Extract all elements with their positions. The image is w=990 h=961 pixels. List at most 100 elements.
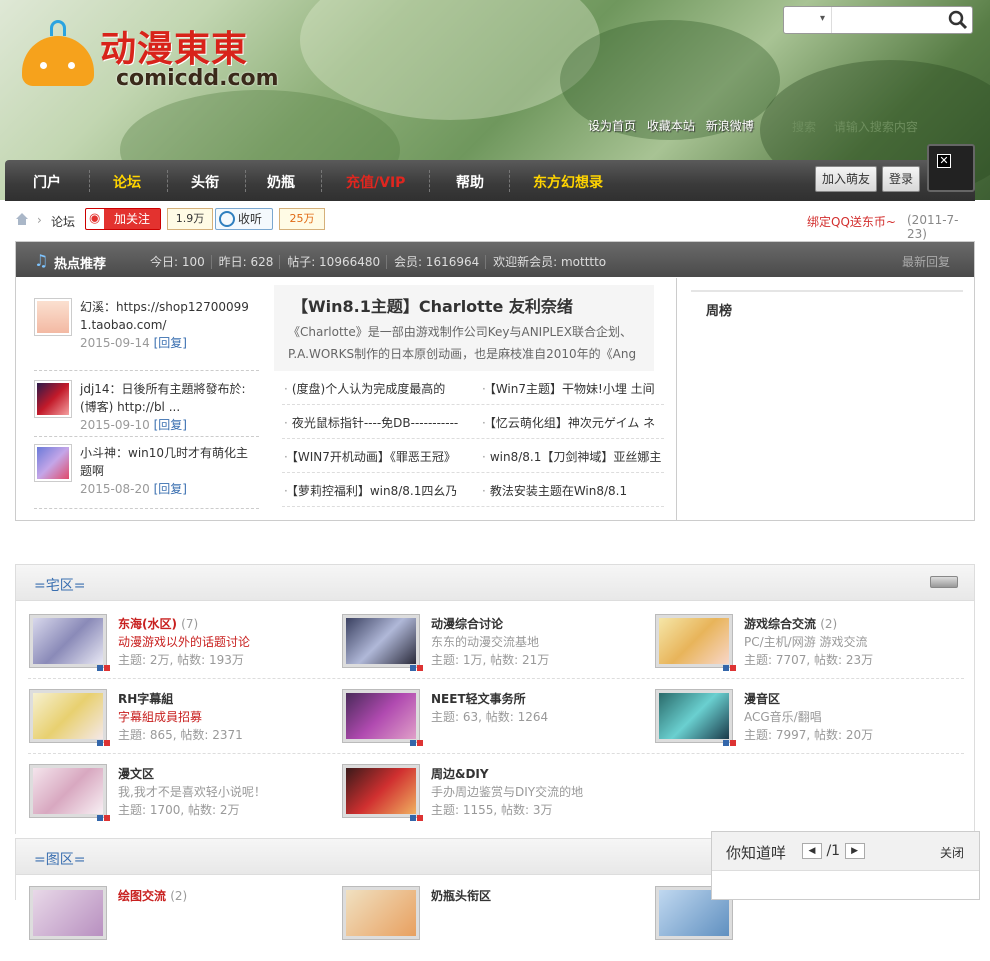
home-icon[interactable] <box>15 212 29 226</box>
forum-name[interactable]: 周边&DIY <box>431 765 489 782</box>
weekly-title[interactable]: 周榜 <box>706 300 732 319</box>
forum-stats: 主题: 7707, 帖数: 23万 <box>744 653 874 667</box>
reply-link[interactable]: [回复] <box>154 482 187 496</box>
topic-link[interactable]: 教法安装主题在Win8/8.1 <box>482 482 664 499</box>
header-search: ▾ <box>783 6 973 34</box>
search-hint-text: 请输入搜索内容 <box>833 120 918 134</box>
nav-help[interactable]: 帮助 <box>456 172 484 192</box>
forum-name[interactable]: 漫文区 <box>118 765 154 782</box>
search-label[interactable]: 搜索 <box>792 120 816 134</box>
reply-text[interactable]: jdj14：日後所有主題將發布於:(博客) http://bl ... <box>80 382 246 414</box>
site-logo[interactable]: 动漫東東 comicdd.com <box>20 14 279 94</box>
forum-desc: 东东的动漫交流基地 <box>431 635 540 649</box>
featured-topic[interactable]: 【Win8.1主题】Charlotte 友利奈绪 《Charlotte》是一部由… <box>274 285 654 371</box>
nav-touhou[interactable]: 东方幻想录 <box>533 172 603 192</box>
forum-thumbnail[interactable] <box>343 690 423 746</box>
bookmark-link[interactable]: 收藏本站 <box>647 119 695 133</box>
tencent-listen-button[interactable]: 收听 <box>215 208 273 230</box>
forum-desc: 手办周边鉴赏与DIY交流的地 <box>431 785 584 799</box>
forum-name[interactable]: 游戏综合交流 (2) <box>744 615 837 632</box>
breadcrumb-forum[interactable]: 论坛 <box>51 213 75 230</box>
avatar[interactable] <box>34 444 72 482</box>
topic-link[interactable]: win8/8.1【刀剑神域】亚丝娜主 <box>482 448 664 465</box>
forum-thumbnail[interactable] <box>656 615 736 671</box>
nav-bottle[interactable]: 奶瓶 <box>267 172 295 192</box>
collapse-toggle-icon[interactable] <box>930 576 958 588</box>
forum-desc: ACG音乐/翻唱 <box>744 710 822 724</box>
reply-date: 2015-08-20 <box>80 482 150 496</box>
forum-desc: 动漫游戏以外的话题讨论 <box>118 635 251 649</box>
reply-date: 2015-09-14 <box>80 336 150 350</box>
whale-mascot-icon <box>22 36 94 86</box>
featured-title[interactable]: 【Win8.1主题】Charlotte 友利奈绪 <box>292 293 573 317</box>
popup-title: 你知道咩 <box>726 844 787 862</box>
forum-thumbnail[interactable] <box>656 690 736 746</box>
forum-name[interactable]: NEET轻文事务所 <box>431 690 526 707</box>
forum-stats: 主题: 1155, 帖数: 3万 <box>431 803 553 817</box>
forum-desc: PC/主机/网游 游戏交流 <box>744 635 868 649</box>
forum-thumbnail[interactable] <box>30 887 106 939</box>
follow-count: 1.9万 <box>167 208 213 230</box>
reply-link[interactable]: [回复] <box>154 336 187 350</box>
search-input[interactable] <box>834 9 944 31</box>
stat-members: 会员: 1616964 <box>393 255 487 269</box>
search-icon[interactable] <box>948 10 968 30</box>
avatar[interactable] <box>34 380 72 418</box>
topic-link[interactable]: 【Win7主题】干物妹!小埋 土间 <box>482 380 664 397</box>
forum-thumbnail[interactable] <box>343 887 419 939</box>
zone-title[interactable]: =图区= <box>34 849 85 869</box>
stat-yesterday: 昨日: 628 <box>218 255 281 269</box>
nav-vip[interactable]: 充值/VIP <box>346 172 405 192</box>
login-button[interactable]: 登录 <box>882 166 920 192</box>
nav-portal[interactable]: 门户 <box>33 172 61 192</box>
forum-name[interactable]: 奶瓶头衔区 <box>431 887 491 904</box>
reply-text[interactable]: 小斗神：win10几时才有萌化主题啊 <box>80 446 248 478</box>
topic-link[interactable]: 【萝莉控福利】win8/8.1四幺乃 <box>284 482 472 499</box>
reply-link[interactable]: [回复] <box>154 418 187 432</box>
hot-bar: ♫ 热点推荐 今日: 100 昨日: 628 帖子: 10966480 会员: … <box>16 242 974 277</box>
sina-weibo-link[interactable]: 新浪微博 <box>706 119 754 133</box>
qq-promo-link[interactable]: 绑定QQ送东币~ <box>807 213 896 230</box>
avatar[interactable] <box>34 298 72 336</box>
topic-link[interactable]: 夜光鼠标指针----免DB----------- <box>284 414 472 431</box>
weibo-follow-button[interactable]: ◉ 加关注 <box>85 208 161 230</box>
nav-forum[interactable]: 论坛 <box>113 172 141 192</box>
topic-link[interactable]: 【忆云萌化组】神次元ゲイム ネ <box>482 414 664 431</box>
forum-name[interactable]: 东海(水区) (7) <box>118 615 198 632</box>
forum-thumbnail[interactable] <box>343 765 423 821</box>
join-button[interactable]: 加入萌友 <box>815 166 877 192</box>
hot-recommend-panel: ♫ 热点推荐 今日: 100 昨日: 628 帖子: 10966480 会员: … <box>15 241 975 521</box>
forum-item[interactable]: 漫文区 我,我才不是喜欢轻小说呢！ 主题: 1700, 帖数: 2万 <box>30 765 340 839</box>
topic-link[interactable]: (度盘)个人认为完成度最高的 <box>284 380 472 397</box>
forum-thumbnail[interactable] <box>30 690 110 746</box>
next-arrow-icon[interactable]: ▶ <box>844 843 865 859</box>
zone-title[interactable]: =宅区= <box>34 575 85 595</box>
forum-item[interactable]: 周边&DIY 手办周边鉴赏与DIY交流的地 主题: 1155, 帖数: 3万 <box>343 765 653 839</box>
prev-arrow-icon[interactable]: ◀ <box>802 843 822 859</box>
forum-item[interactable]: 奶瓶头衔区 <box>343 887 653 961</box>
forum-thumbnail[interactable] <box>343 615 423 671</box>
nav-titles[interactable]: 头衔 <box>191 172 219 192</box>
stat-new-member[interactable]: 欢迎新会员: motttto <box>493 255 612 269</box>
listen-label: 收听 <box>238 212 263 226</box>
stat-posts: 帖子: 10966480 <box>287 255 388 269</box>
weibo-icon: ◉ <box>89 211 101 226</box>
popup-close-button[interactable]: 关闭 <box>940 844 964 861</box>
forum-name[interactable]: 漫音区 <box>744 690 780 707</box>
forum-stats: 主题: 1700, 帖数: 2万 <box>118 803 240 817</box>
search-hint: 搜索 请输入搜索内容 <box>792 118 918 135</box>
forum-thumbnail[interactable] <box>30 615 110 671</box>
forum-thumbnail[interactable] <box>30 765 110 821</box>
search-type-select[interactable]: ▾ <box>784 7 832 33</box>
recent-replies-link[interactable]: 最新回复 <box>902 253 950 270</box>
weekly-ranking: 周榜 <box>676 278 974 520</box>
forum-name[interactable]: RH字幕組 <box>118 690 173 707</box>
forum-name[interactable]: 动漫综合讨论 <box>431 615 503 632</box>
forum-item[interactable]: 绘图交流 (2) <box>30 887 340 961</box>
forum-name[interactable]: 绘图交流 (2) <box>118 887 187 904</box>
main-nav: 门户 论坛 头衔 奶瓶 充值/VIP 帮助 东方幻想录 加入萌友 登录 <box>5 160 975 201</box>
set-homepage-link[interactable]: 设为首页 <box>588 119 636 133</box>
close-banner-button[interactable]: ✕ <box>927 144 975 192</box>
topic-link[interactable]: 【WIN7开机动画】《罪恶王冠》 <box>284 448 472 465</box>
reply-text[interactable]: 幻溪：https://shop127000991.taobao.com/ <box>80 300 249 332</box>
